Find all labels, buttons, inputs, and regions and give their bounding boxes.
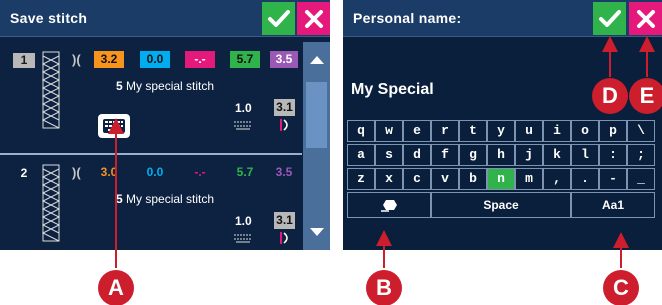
title-bar: Personal name: bbox=[343, 0, 662, 37]
key-symbol[interactable]: - bbox=[599, 168, 627, 190]
key-b[interactable]: b bbox=[459, 168, 487, 190]
key-symbol[interactable]: , bbox=[543, 168, 571, 190]
arrow-up-icon bbox=[309, 56, 324, 64]
arrow-down-icon bbox=[309, 228, 324, 236]
stitch-metric-box: 3.1 bbox=[274, 99, 295, 116]
checkmark-icon bbox=[598, 9, 621, 27]
callout-d: D bbox=[592, 78, 628, 114]
feed-icon bbox=[234, 121, 252, 130]
callout-c: C bbox=[603, 270, 639, 305]
keyboard-icon bbox=[103, 119, 125, 133]
confirm-button[interactable] bbox=[262, 2, 295, 35]
presser-foot-icon bbox=[280, 232, 288, 244]
stitch-metric-box: 3.1 bbox=[274, 212, 295, 229]
stitch-tension-value: 3.5 bbox=[275, 165, 293, 179]
key-g[interactable]: g bbox=[459, 144, 487, 166]
title-bar: Save stitch bbox=[0, 0, 330, 37]
key-t[interactable]: t bbox=[459, 120, 487, 142]
key-symbol[interactable]: _ bbox=[627, 168, 655, 190]
key-o[interactable]: o bbox=[571, 120, 599, 142]
stitch-density-value: -.- bbox=[194, 165, 206, 179]
stitch-name-number: 5 bbox=[116, 192, 123, 206]
cancel-button[interactable] bbox=[629, 2, 662, 35]
cancel-button[interactable] bbox=[297, 2, 330, 35]
key-v[interactable]: v bbox=[431, 168, 459, 190]
stitch-position-value: 0.0 bbox=[140, 51, 170, 68]
stitch-row-1[interactable]: 1 )( 3.2 0.0 -.- 5.7 3.5 5 My special st… bbox=[0, 42, 302, 152]
row-number: 2 bbox=[20, 166, 28, 180]
key-z[interactable]: z bbox=[347, 168, 375, 190]
case-toggle-button[interactable]: Aa1 bbox=[571, 192, 655, 218]
key-c[interactable]: c bbox=[403, 168, 431, 190]
key-symbol[interactable]: \ bbox=[627, 120, 655, 142]
key-j[interactable]: j bbox=[515, 144, 543, 166]
key-symbol[interactable]: ; bbox=[627, 144, 655, 166]
keyboard-button[interactable] bbox=[98, 114, 130, 138]
mirror-icon: )( bbox=[72, 52, 81, 67]
name-text-field[interactable]: My Special bbox=[351, 81, 434, 99]
stitch-position-value: 0.0 bbox=[146, 165, 164, 179]
stitch-length-value: 5.7 bbox=[236, 165, 254, 179]
key-i[interactable]: i bbox=[543, 120, 571, 142]
close-icon bbox=[304, 9, 323, 28]
stitch-preview-icon bbox=[41, 51, 61, 129]
key-y[interactable]: y bbox=[487, 120, 515, 142]
save-stitch-screen: Save stitch 1 )( 3.2 0.0 -.- 5.7 3.5 5 M… bbox=[0, 0, 330, 250]
key-q[interactable]: q bbox=[347, 120, 375, 142]
stitch-preview-icon bbox=[41, 164, 61, 242]
feed-icon bbox=[234, 234, 252, 243]
backspace-button[interactable] bbox=[347, 192, 431, 218]
eraser-icon bbox=[381, 200, 397, 212]
key-p[interactable]: p bbox=[599, 120, 627, 142]
stitch-width-value: 3.0 bbox=[100, 165, 118, 179]
key-l[interactable]: l bbox=[571, 144, 599, 166]
key-n[interactable]: n bbox=[487, 168, 515, 190]
screen-title: Personal name: bbox=[353, 10, 462, 26]
callout-e: E bbox=[629, 78, 662, 114]
key-symbol[interactable]: . bbox=[571, 168, 599, 190]
key-m[interactable]: m bbox=[515, 168, 543, 190]
stitch-name: 5 My special stitch bbox=[116, 192, 214, 206]
key-x[interactable]: x bbox=[375, 168, 403, 190]
stitch-width-value: 3.2 bbox=[94, 51, 124, 68]
row-number: 1 bbox=[13, 53, 35, 68]
stitch-name-text: My special stitch bbox=[126, 79, 215, 93]
key-h[interactable]: h bbox=[487, 144, 515, 166]
key-s[interactable]: s bbox=[375, 144, 403, 166]
key-e[interactable]: e bbox=[403, 120, 431, 142]
space-button[interactable]: Space bbox=[431, 192, 571, 218]
key-k[interactable]: k bbox=[543, 144, 571, 166]
callout-a: A bbox=[98, 270, 134, 305]
confirm-button[interactable] bbox=[593, 2, 626, 35]
on-screen-keyboard: q w e r t y u i o p \ a s d f g h j k l:; z x c v b n m,. - _ Space Aa… bbox=[347, 120, 662, 250]
checkmark-icon bbox=[267, 9, 290, 27]
screen-title: Save stitch bbox=[10, 10, 88, 26]
key-a[interactable]: a bbox=[347, 144, 375, 166]
personal-name-screen: Personal name: My Special q w e r t y u i o p \ a s d… bbox=[343, 0, 662, 250]
scroll-thumb[interactable] bbox=[306, 82, 327, 148]
stitch-row-2[interactable]: 2 )( 3.0 0.0 -.- 5.7 3.5 5 My special st… bbox=[0, 153, 302, 250]
stitch-metric-value: 1.0 bbox=[235, 101, 252, 115]
stitch-length-value: 5.7 bbox=[230, 51, 260, 68]
key-symbol[interactable]: : bbox=[599, 144, 627, 166]
key-r[interactable]: r bbox=[431, 120, 459, 142]
key-d[interactable]: d bbox=[403, 144, 431, 166]
stitch-name-number: 5 bbox=[116, 79, 123, 93]
key-u[interactable]: u bbox=[515, 120, 543, 142]
key-f[interactable]: f bbox=[431, 144, 459, 166]
stitch-name: 5 My special stitch bbox=[116, 79, 214, 93]
presser-foot-icon bbox=[280, 119, 288, 131]
scrollbar[interactable] bbox=[303, 42, 330, 250]
mirror-icon: )( bbox=[72, 165, 81, 180]
close-icon bbox=[636, 9, 655, 28]
stitch-density-value: -.- bbox=[185, 51, 215, 68]
key-w[interactable]: w bbox=[375, 120, 403, 142]
callout-b: B bbox=[366, 270, 402, 305]
stitch-tension-value: 3.5 bbox=[270, 51, 298, 68]
stitch-name-text: My special stitch bbox=[126, 192, 215, 206]
scroll-up-button[interactable] bbox=[303, 42, 330, 78]
stitch-metric-value: 1.0 bbox=[235, 214, 252, 228]
scroll-down-button[interactable] bbox=[303, 214, 330, 250]
